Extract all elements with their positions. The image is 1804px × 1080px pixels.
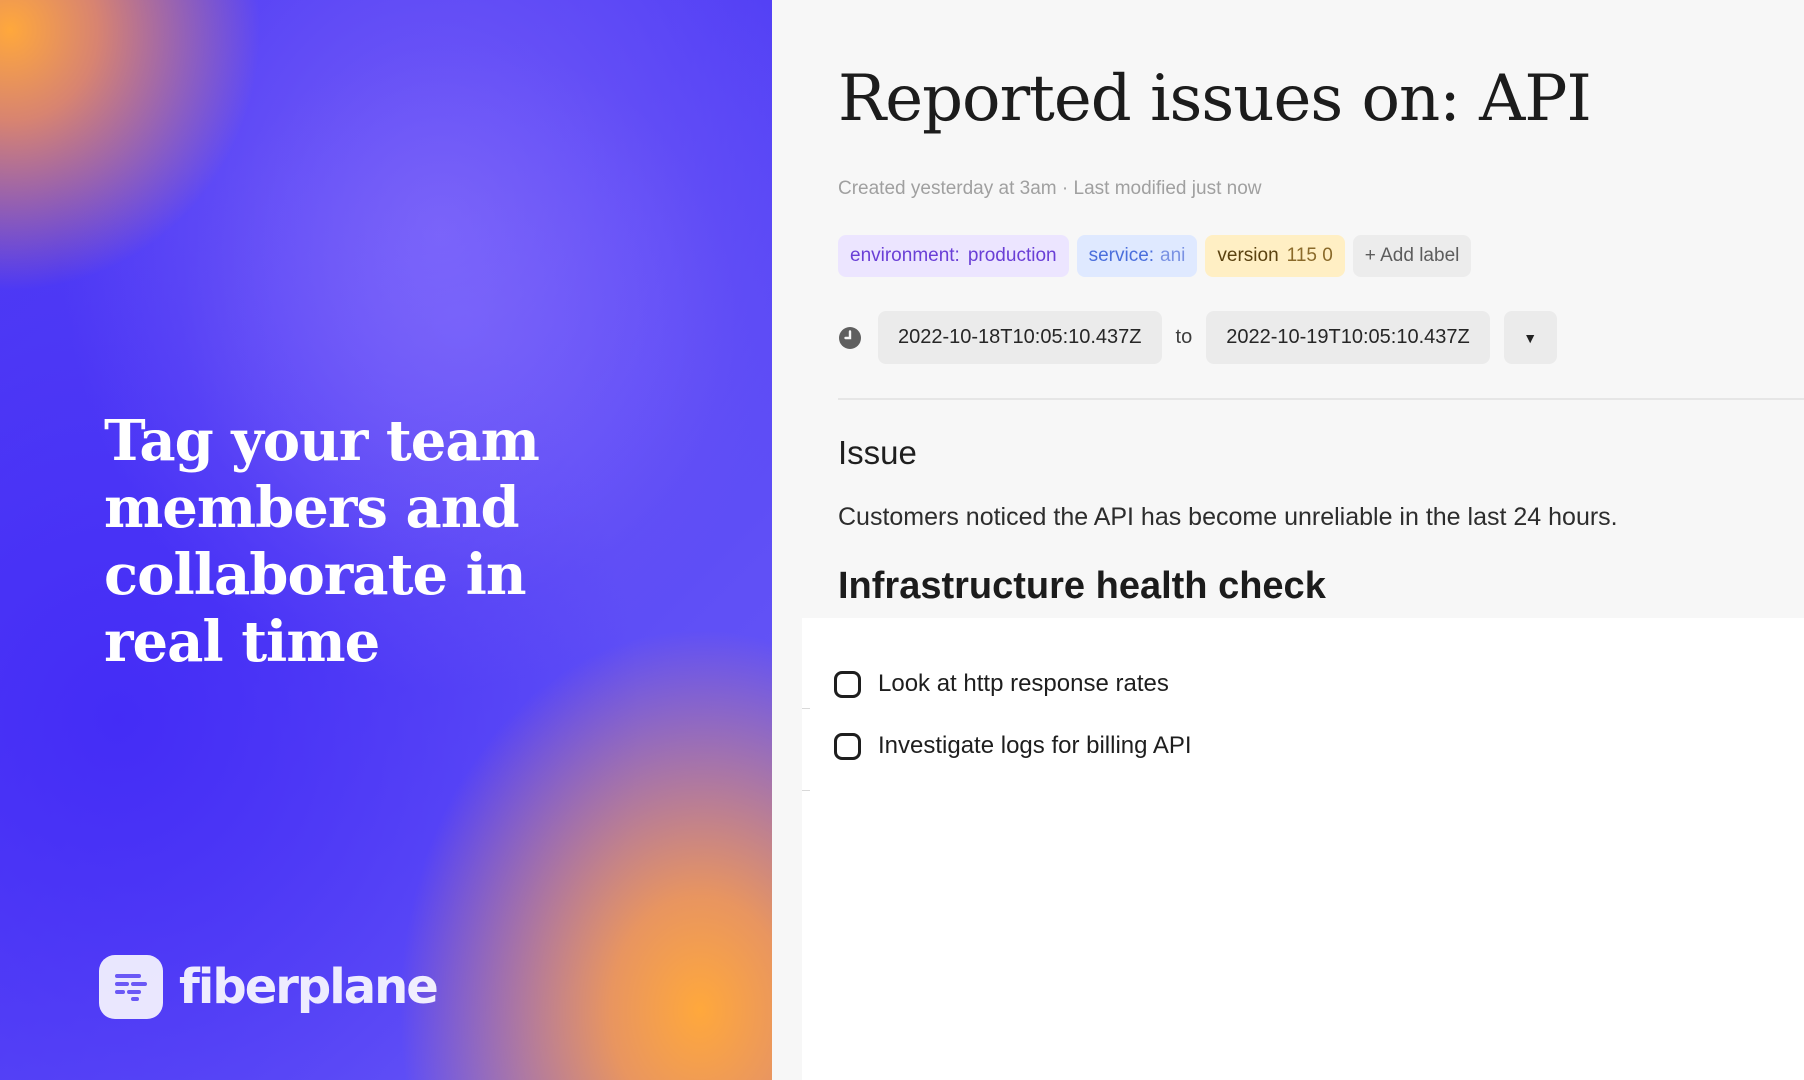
task-checkbox[interactable]	[834, 670, 861, 698]
label-value: production	[967, 245, 1057, 266]
time-range-dropdown-button[interactable]: ▼	[1503, 311, 1557, 364]
task-label[interactable]: Look at http response rates	[878, 670, 1169, 698]
divider	[802, 790, 810, 791]
issue-text[interactable]: Customers noticed the API has become unr…	[838, 503, 1618, 532]
label-key: version	[1217, 245, 1279, 266]
checklist-card: Look at http response rates Investigate …	[802, 618, 1804, 1080]
brand-name: fiberplane	[179, 959, 439, 1015]
promo-panel: Tag your team members and collaborate in…	[0, 0, 772, 1080]
issue-heading[interactable]: Issue	[838, 434, 917, 472]
page-title[interactable]: Reported issues on: API	[838, 62, 1592, 136]
clock-icon	[839, 326, 861, 349]
label-service[interactable]: service: ani	[1076, 235, 1198, 277]
health-check-heading[interactable]: Infrastructure health check	[838, 565, 1326, 608]
label-value: 115 0	[1286, 245, 1333, 266]
checklist-item: Look at http response rates	[834, 670, 1169, 698]
promo-headline: Tag your team members and collaborate in…	[104, 408, 540, 675]
brand-logo: fiberplane	[99, 955, 439, 1019]
fiberplane-logo-glyph	[115, 974, 147, 1001]
add-label-button[interactable]: + Add label	[1352, 235, 1472, 277]
checklist-item: Investigate logs for billing API	[834, 732, 1192, 760]
time-range-separator: to	[1175, 326, 1193, 348]
page: Tag your team members and collaborate in…	[0, 0, 1804, 1080]
label-version[interactable]: version 115 0	[1205, 235, 1345, 277]
divider	[838, 398, 1804, 400]
task-label[interactable]: Investigate logs for billing API	[878, 732, 1192, 760]
chevron-down-icon: ▼	[1523, 329, 1538, 346]
time-range-end[interactable]: 2022-10-19T10:05:10.437Z	[1206, 311, 1490, 364]
label-key: service:	[1088, 245, 1155, 266]
label-environment[interactable]: environment: production	[838, 235, 1069, 277]
label-value: ani	[1160, 245, 1186, 266]
divider	[802, 708, 810, 709]
label-key: environment:	[850, 245, 960, 266]
label-list: environment: production service: ani ver…	[838, 235, 1472, 277]
fiberplane-logo-icon	[99, 955, 163, 1019]
document-meta: Created yesterday at 3am · Last modified…	[838, 178, 1262, 199]
time-range: 2022-10-18T10:05:10.437Z to 2022-10-19T1…	[838, 311, 1557, 364]
task-checkbox[interactable]	[834, 732, 861, 760]
time-range-start[interactable]: 2022-10-18T10:05:10.437Z	[878, 311, 1162, 364]
